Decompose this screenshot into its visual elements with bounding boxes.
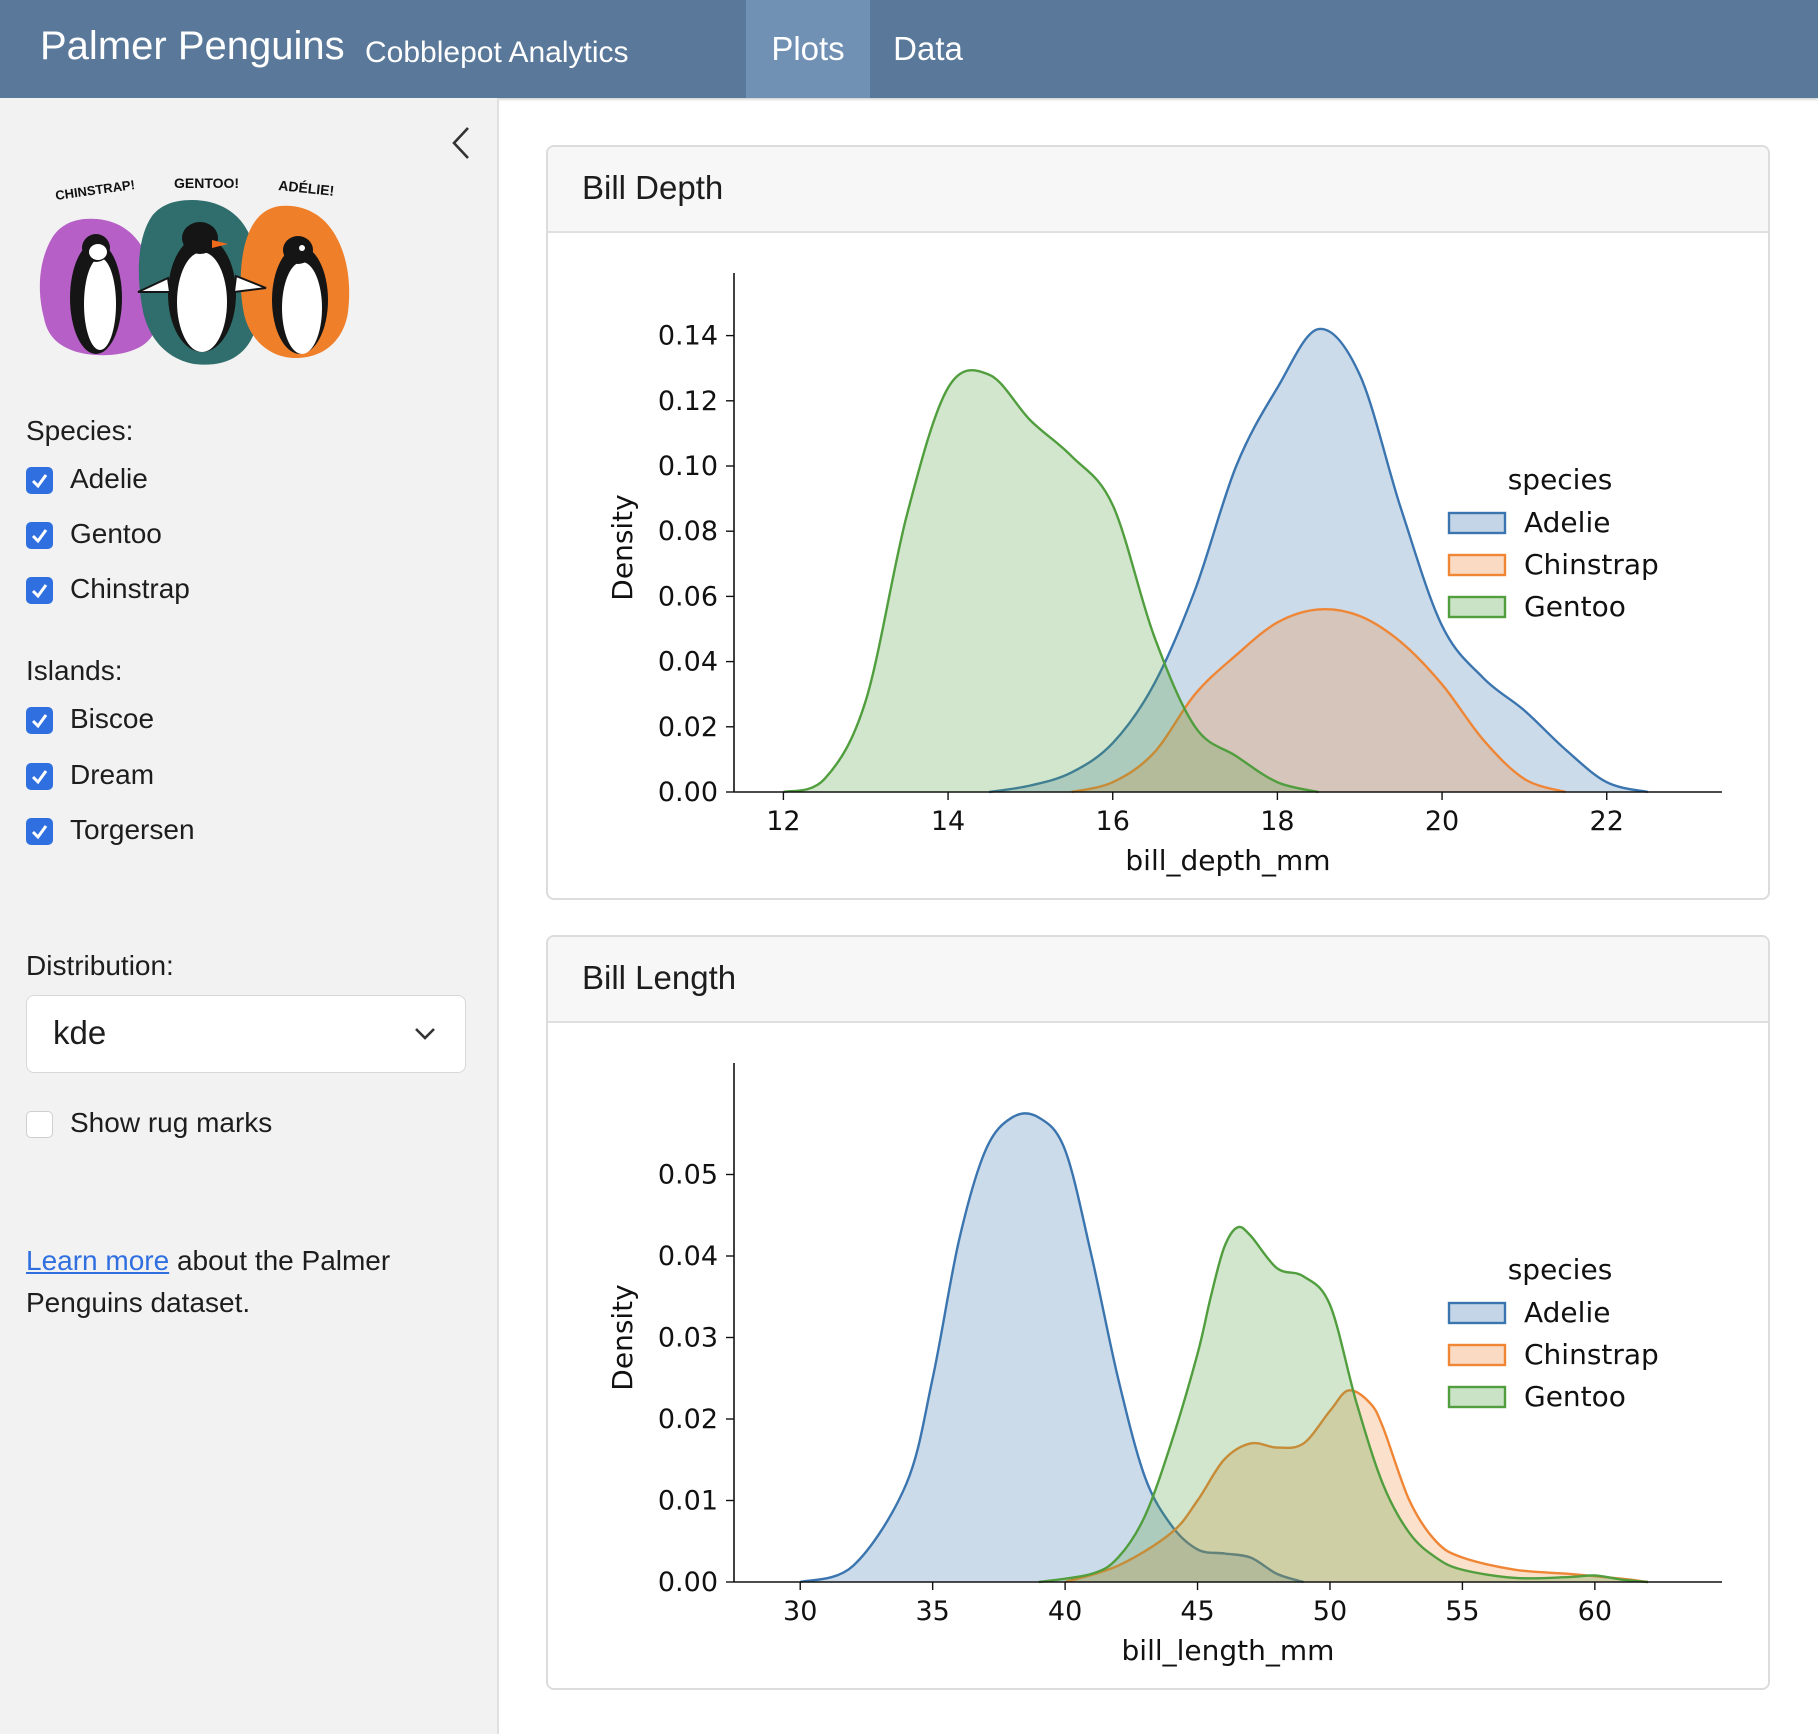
y-tick-label: 0.04 xyxy=(658,647,718,678)
checkbox-label: Adelie xyxy=(70,463,148,494)
x-tick-label: 18 xyxy=(1260,806,1294,837)
y-tick-label: 0.03 xyxy=(658,1323,718,1354)
legend-label-adelie: Adelie xyxy=(1524,506,1610,539)
chevron-down-icon xyxy=(415,1028,435,1040)
y-tick-label: 0.05 xyxy=(658,1160,718,1191)
distribution-label: Distribution: xyxy=(26,950,174,981)
distribution-select-value: kde xyxy=(53,1014,107,1051)
legend-swatch-adelie xyxy=(1447,511,1507,535)
y-tick-label: 0.10 xyxy=(658,451,718,482)
legend-label-gentoo: Gentoo xyxy=(1524,590,1626,623)
y-axis-label: Density xyxy=(606,494,639,600)
x-tick-label: 16 xyxy=(1096,806,1130,837)
card-header: Bill Length xyxy=(548,937,1768,1023)
y-tick-label: 0.04 xyxy=(658,1241,718,1272)
checkbox-label: Dream xyxy=(70,759,155,790)
logo-label-adelie: ADÉLIE! xyxy=(278,177,335,199)
navbar: Palmer Penguins Cobblepot Analytics Plot… xyxy=(0,0,1818,98)
learn-more-text: Learn more about the Palmer Penguins dat… xyxy=(26,1240,466,1324)
islands-label: Islands: xyxy=(26,655,123,686)
checkbox-checked-icon[interactable] xyxy=(26,818,53,845)
x-tick-label: 30 xyxy=(783,1596,817,1627)
checkbox-label: Torgersen xyxy=(70,814,195,845)
legend-swatch-chinstrap xyxy=(1447,553,1507,577)
legend-swatch-gentoo xyxy=(1447,1385,1507,1409)
checkbox-checked-icon[interactable] xyxy=(26,577,53,604)
x-tick-label: 14 xyxy=(931,806,965,837)
bill-depth-chart: 12 14 16 18 20 22 0.00 0.02 0.04 0.06 0.08 0.10 0.12… xyxy=(606,273,1722,877)
learn-more-link[interactable]: Learn more xyxy=(26,1245,169,1276)
legend-title: species xyxy=(1508,1253,1613,1286)
x-axis-label: bill_depth_mm xyxy=(1125,844,1330,877)
x-tick-label: 60 xyxy=(1578,1596,1612,1627)
card-title: Bill Depth xyxy=(582,169,724,206)
bill-depth-card: Bill Depth 12 14 16 18 20 22 0.00 0.02 0.04 0.06 0… xyxy=(546,145,1770,900)
tab-plots[interactable]: Plots xyxy=(746,0,870,98)
chevron-left-icon xyxy=(452,127,469,159)
legend-title: species xyxy=(1508,463,1613,496)
y-tick-label: 0.12 xyxy=(658,386,718,417)
checkbox-checked-icon[interactable] xyxy=(26,763,53,790)
legend-label-chinstrap: Chinstrap xyxy=(1524,1338,1659,1371)
checkbox-label: Chinstrap xyxy=(70,573,190,604)
y-tick-label: 0.00 xyxy=(658,777,718,808)
x-tick-label: 40 xyxy=(1048,1596,1082,1627)
legend-label-adelie: Adelie xyxy=(1524,1296,1610,1329)
app-title: Palmer Penguins xyxy=(40,24,345,68)
bill-length-card: Bill Length 30 35 40 45 50 55 60 0.00 0.01 0.02 0.… xyxy=(546,935,1770,1690)
x-tick-label: 35 xyxy=(915,1596,949,1627)
card-header: Bill Depth xyxy=(548,147,1768,233)
y-tick-label: 0.06 xyxy=(658,581,718,612)
y-axis-label: Density xyxy=(606,1284,639,1390)
logo-label-chinstrap: CHINSTRAP! xyxy=(54,177,135,203)
logo-label-gentoo: GENTOO! xyxy=(174,175,239,191)
legend-swatch-adelie xyxy=(1447,1301,1507,1325)
y-tick-label: 0.02 xyxy=(658,712,718,743)
y-tick-label: 0.08 xyxy=(658,516,718,547)
distribution-select[interactable]: kde xyxy=(26,995,466,1073)
checkbox-checked-icon[interactable] xyxy=(26,707,53,734)
x-tick-label: 50 xyxy=(1313,1596,1347,1627)
app-subtitle: Cobblepot Analytics xyxy=(365,36,629,69)
legend-label-chinstrap: Chinstrap xyxy=(1524,548,1659,581)
x-tick-label: 45 xyxy=(1180,1596,1214,1627)
tab-data[interactable]: Data xyxy=(870,0,986,98)
legend-swatch-chinstrap xyxy=(1447,1343,1507,1367)
x-axis-label: bill_length_mm xyxy=(1122,1634,1335,1667)
x-tick-label: 12 xyxy=(766,806,800,837)
species-label: Species: xyxy=(26,415,134,446)
checkbox-label: Biscoe xyxy=(70,703,155,734)
legend-swatch-gentoo xyxy=(1447,595,1507,619)
checkbox-label: Gentoo xyxy=(70,518,162,549)
y-tick-label: 0.14 xyxy=(658,321,718,352)
checkbox-checked-icon[interactable] xyxy=(26,467,53,494)
checkbox-label: Show rug marks xyxy=(70,1107,273,1138)
bill-length-chart: 30 35 40 45 50 55 60 0.00 0.01 0.02 0.03 0.04 0.05 bi… xyxy=(606,1063,1722,1667)
x-tick-label: 22 xyxy=(1590,806,1624,837)
x-tick-label: 20 xyxy=(1425,806,1459,837)
penguins-logo: CHINSTRAP! GENTOO! ADÉLIE! xyxy=(39,175,350,365)
sidebar-collapse-button[interactable] xyxy=(446,124,476,162)
legend-label-gentoo: Gentoo xyxy=(1524,1380,1626,1413)
card-title: Bill Length xyxy=(582,959,737,996)
y-tick-label: 0.01 xyxy=(658,1486,718,1517)
checkbox-checked-icon[interactable] xyxy=(26,522,53,549)
checkbox-unchecked-icon[interactable] xyxy=(26,1111,53,1138)
y-tick-label: 0.02 xyxy=(658,1404,718,1435)
x-tick-label: 55 xyxy=(1445,1596,1479,1627)
y-tick-label: 0.00 xyxy=(658,1567,718,1598)
